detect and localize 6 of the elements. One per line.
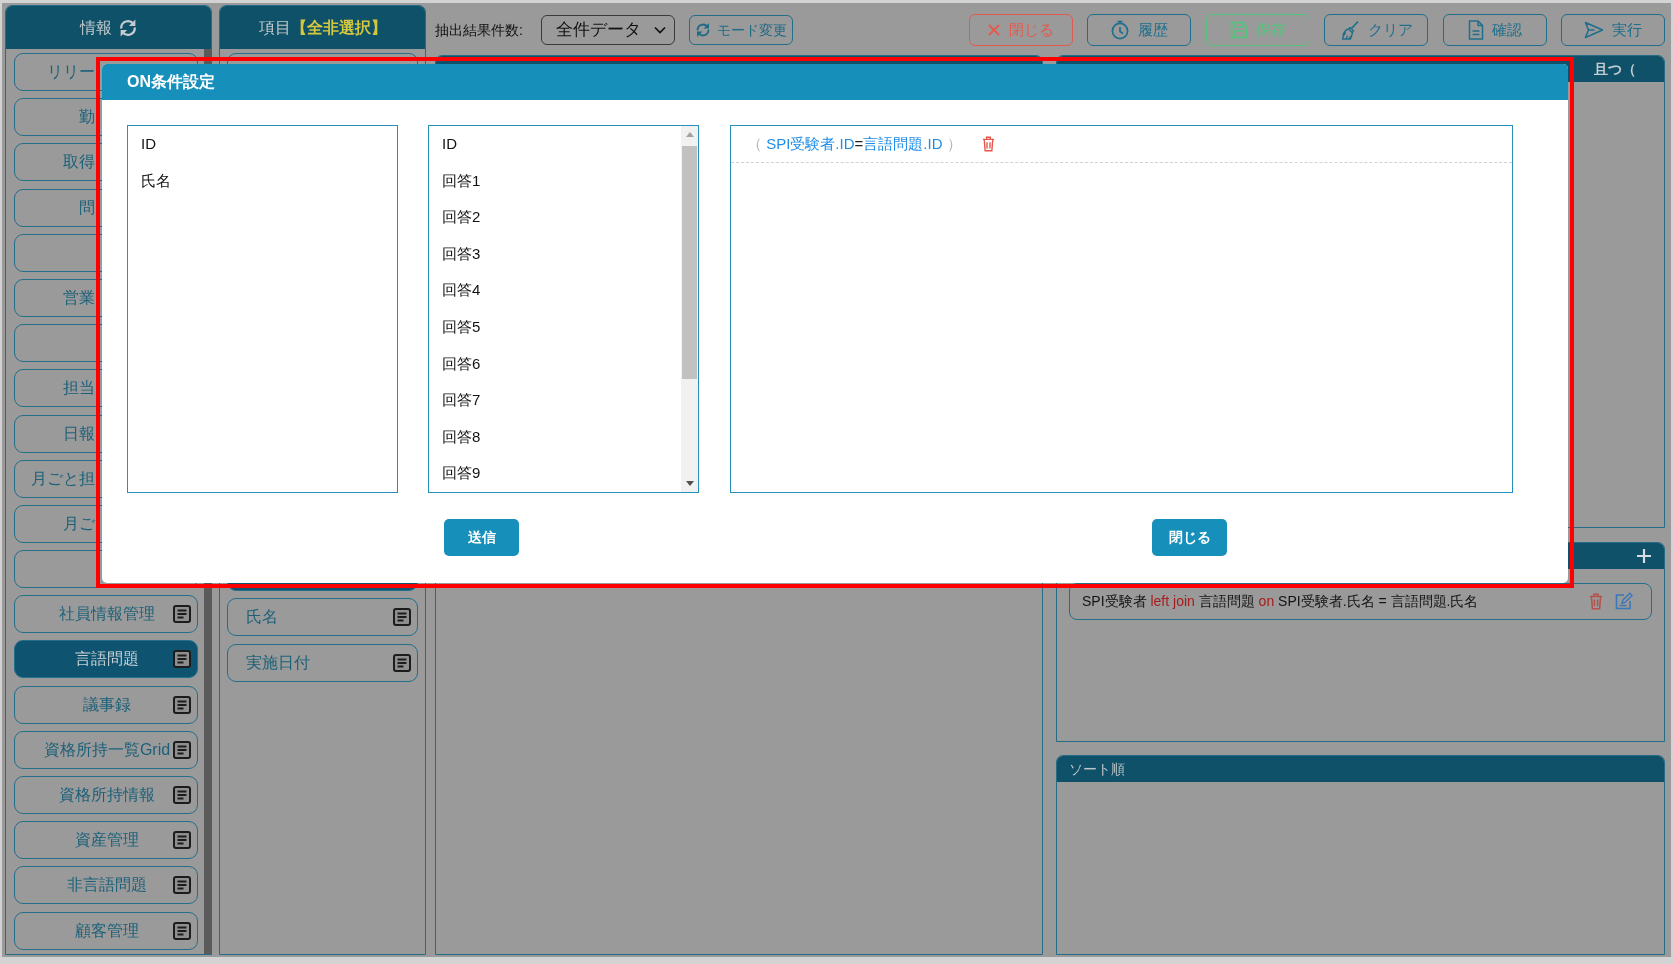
fields-title: 項目 bbox=[258, 17, 291, 38]
panel-title: ソート順 bbox=[1069, 759, 1125, 779]
dialog-title: ON条件設定 bbox=[127, 72, 215, 92]
sidebar-title: 情報 bbox=[79, 17, 112, 38]
join-condition-text: SPI受験者 left join 言語問題 on SPI受験者.氏名 = 言語問題.氏名 bbox=[1082, 591, 1480, 611]
count-label: 抽出結果件数: bbox=[435, 20, 523, 40]
